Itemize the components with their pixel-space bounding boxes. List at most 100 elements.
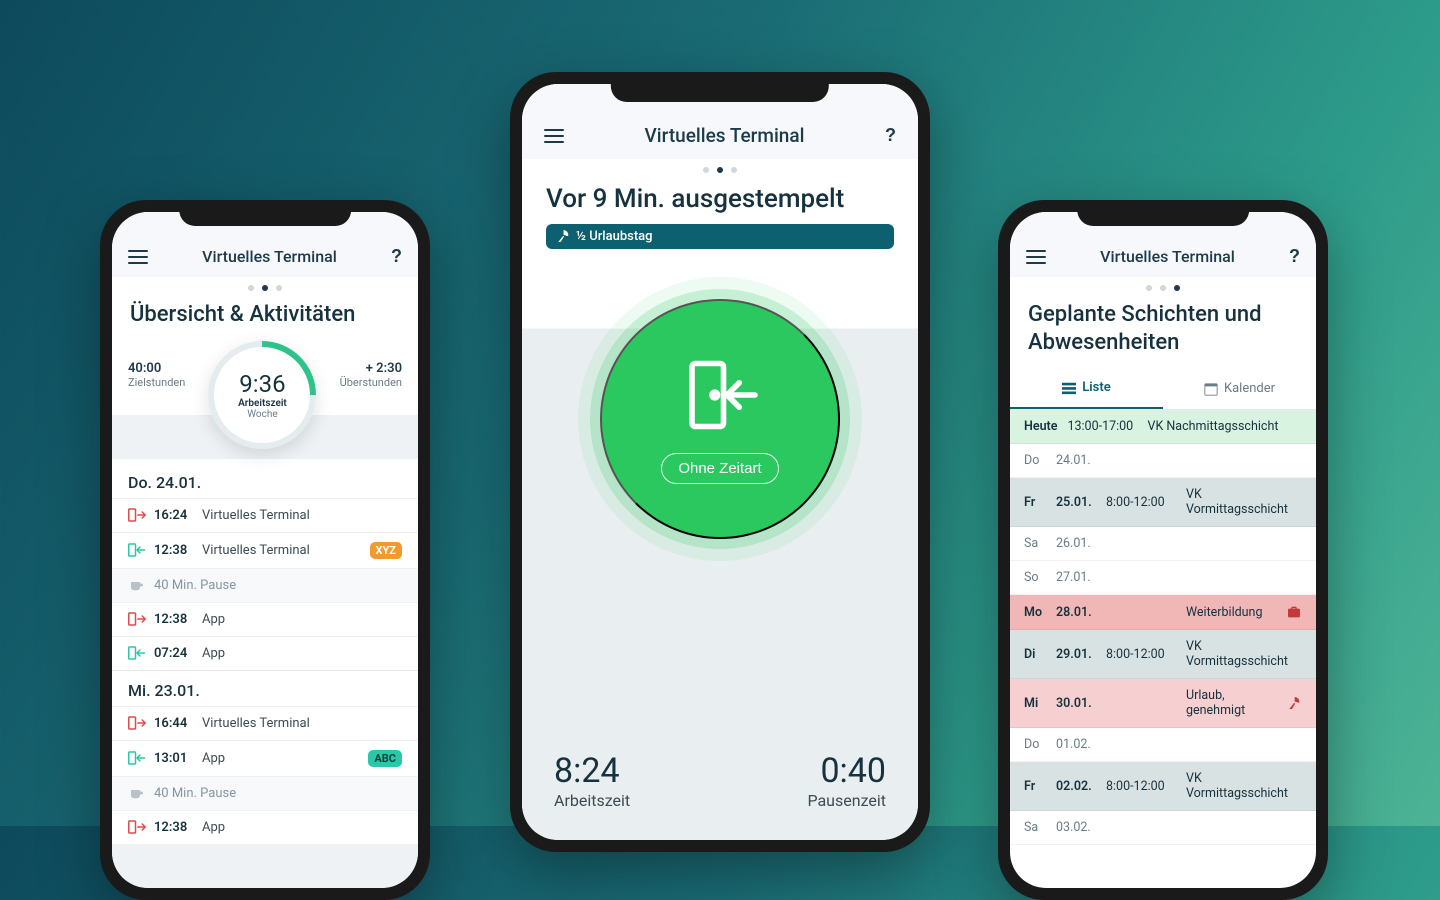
phone-notch — [611, 72, 829, 102]
row-weekday: So — [1024, 570, 1046, 585]
door-out-icon — [128, 508, 146, 522]
schedule-row[interactable]: Do 24.01. — [1010, 444, 1316, 478]
schedule-row[interactable]: Heute13:00-17:00VK Nachmittagsschicht — [1010, 410, 1316, 444]
row-time: 8:00-12:00 — [1106, 495, 1176, 510]
door-enter-icon — [678, 353, 762, 437]
menu-button[interactable] — [128, 250, 148, 264]
tab-calendar-label: Kalender — [1224, 381, 1275, 396]
entry-label: App — [202, 751, 360, 766]
phone-notch — [179, 200, 351, 226]
help-button[interactable]: ? — [1289, 246, 1300, 267]
door-out-icon — [128, 716, 146, 730]
tab-calendar[interactable]: Kalender — [1163, 368, 1316, 409]
door-in-icon — [128, 751, 146, 765]
terminal-body: Ohne Zeitart 8:24 Arbeitszeit 0:40 Pause… — [522, 259, 918, 841]
app-title: Virtuelles Terminal — [202, 247, 337, 266]
tab-list-label: Liste — [1082, 380, 1110, 395]
worktime-ring[interactable]: 9:36 Arbeitszeit Woche — [208, 341, 316, 449]
help-button[interactable]: ? — [885, 125, 896, 146]
activity-entry[interactable]: 16:44 Virtuelles Terminal — [112, 706, 418, 740]
row-activity: Urlaub, genehmigt — [1186, 688, 1276, 718]
page-title: Geplante Schichten und Abwesenheiten — [1010, 295, 1316, 368]
schedule-row[interactable]: Fr02.02.8:00-12:00VK Vormittagsschicht — [1010, 762, 1316, 811]
row-activity: VK Vormittagsschicht — [1186, 771, 1302, 801]
row-weekday: Sa — [1024, 820, 1046, 835]
row-weekday: Fr — [1024, 779, 1046, 794]
phone-notch — [1077, 200, 1249, 226]
schedule-row[interactable]: Di29.01.8:00-12:00VK Vormittagsschicht — [1010, 630, 1316, 679]
activity-entry[interactable]: 12:38App — [112, 810, 418, 844]
row-date: 27.01. — [1056, 570, 1096, 585]
entry-label: Virtuelles Terminal — [202, 508, 402, 523]
activity-entry[interactable]: 12:38Virtuelles TerminalXYZ — [112, 532, 418, 568]
page-title: Übersicht & Aktivitäten — [112, 295, 418, 341]
entry-time: 07:24 — [154, 646, 194, 661]
row-weekday: Di — [1024, 647, 1046, 662]
schedule-row[interactable]: Sa26.01. — [1010, 527, 1316, 561]
row-weekday: Fr — [1024, 495, 1046, 510]
entry-label: 40 Min. Pause — [154, 578, 402, 593]
row-date: 03.02. — [1056, 820, 1096, 835]
menu-button[interactable] — [544, 129, 564, 143]
page-dots[interactable] — [1010, 277, 1316, 295]
activity-list[interactable]: Do. 24.01. 16:24Virtuelles Terminal 12:3… — [112, 415, 418, 889]
app-title: Virtuelles Terminal — [645, 124, 805, 147]
row-weekday: Mo — [1024, 605, 1046, 620]
entry-time: 16:44 — [154, 716, 194, 731]
entry-badge: XYZ — [370, 542, 402, 559]
screen-schedule: Virtuelles Terminal ? Geplante Schichten… — [1010, 212, 1316, 888]
row-time: 8:00-12:00 — [1106, 647, 1176, 662]
absence-chip-label: ½ Urlaubstag — [576, 229, 653, 244]
row-weekday: Do — [1024, 453, 1046, 468]
beach-icon — [556, 229, 570, 243]
activity-entry[interactable]: 16:24Virtuelles Terminal — [112, 498, 418, 532]
schedule-row[interactable]: Mi30.01.Urlaub, genehmigt — [1010, 679, 1316, 728]
activity-entry[interactable]: 40 Min. Pause — [112, 568, 418, 602]
menu-button[interactable] — [1026, 250, 1046, 264]
schedule-row[interactable]: Fr25.01.8:00-12:00VK Vormittagsschicht — [1010, 478, 1316, 527]
schedule-list[interactable]: Heute13:00-17:00VK Nachmittagsschicht Do 2… — [1010, 410, 1316, 888]
schedule-row[interactable]: Sa 03.02. — [1010, 811, 1316, 845]
page-dots[interactable] — [522, 159, 918, 177]
screen-overview: Virtuelles Terminal ? Übersicht & Aktivi… — [112, 212, 418, 888]
page-dots[interactable] — [112, 277, 418, 295]
hamburger-icon — [128, 250, 148, 264]
entry-label: Virtuelles Terminal — [202, 716, 402, 731]
activity-entry[interactable]: 40 Min. Pause — [112, 776, 418, 810]
row-date: 24.01. — [1056, 453, 1096, 468]
row-time: 8:00-12:00 — [1106, 779, 1176, 794]
schedule-row[interactable]: Mo28.01.Weiterbildung — [1010, 595, 1316, 630]
target-hours: 40:00 Zielstunden — [128, 361, 185, 389]
tab-list[interactable]: Liste — [1010, 368, 1163, 409]
schedule-row[interactable]: So 27.01. — [1010, 561, 1316, 595]
worktime-block: 8:24 Arbeitszeit — [554, 751, 630, 810]
activity-entry[interactable]: 12:38App — [112, 602, 418, 636]
activity-entry[interactable]: 07:24 App — [112, 636, 418, 670]
cup-icon — [128, 578, 146, 592]
time-summary: 8:24 Arbeitszeit 0:40 Pausenzeit — [522, 751, 918, 810]
list-icon — [1062, 381, 1076, 395]
help-button[interactable]: ? — [391, 246, 402, 267]
row-date: 01.02. — [1056, 737, 1096, 752]
day-header: Mi. 23.01. — [112, 670, 418, 706]
hamburger-icon — [1026, 250, 1046, 264]
row-date: 26.01. — [1056, 536, 1096, 551]
entry-time: 13:01 — [154, 751, 194, 766]
schedule-row[interactable]: Do01.02. — [1010, 728, 1316, 762]
activity-entry[interactable]: 13:01 App ABC — [112, 740, 418, 776]
overtime-hours: + 2:30 Überstunden — [340, 361, 402, 389]
row-activity: VK Vormittagsschicht — [1186, 487, 1302, 517]
row-activity: VK Nachmittagsschicht — [1147, 419, 1302, 434]
entry-time: 12:38 — [154, 612, 194, 627]
time-type-pill[interactable]: Ohne Zeitart — [661, 453, 778, 484]
row-date: 29.01. — [1056, 647, 1096, 662]
row-weekday: Heute — [1024, 419, 1057, 434]
entry-label: App — [202, 646, 402, 661]
row-date: 30.01. — [1056, 696, 1096, 711]
clock-in-button[interactable]: Ohne Zeitart — [600, 299, 840, 539]
status-line: Vor 9 Min. ausgestempelt — [522, 177, 918, 224]
row-activity: Weiterbildung — [1186, 605, 1276, 620]
entry-badge: ABC — [368, 750, 402, 767]
phone-terminal: Virtuelles Terminal ? Vor 9 Min. ausgest… — [510, 72, 930, 852]
absence-chip[interactable]: ½ Urlaubstag — [546, 224, 894, 249]
